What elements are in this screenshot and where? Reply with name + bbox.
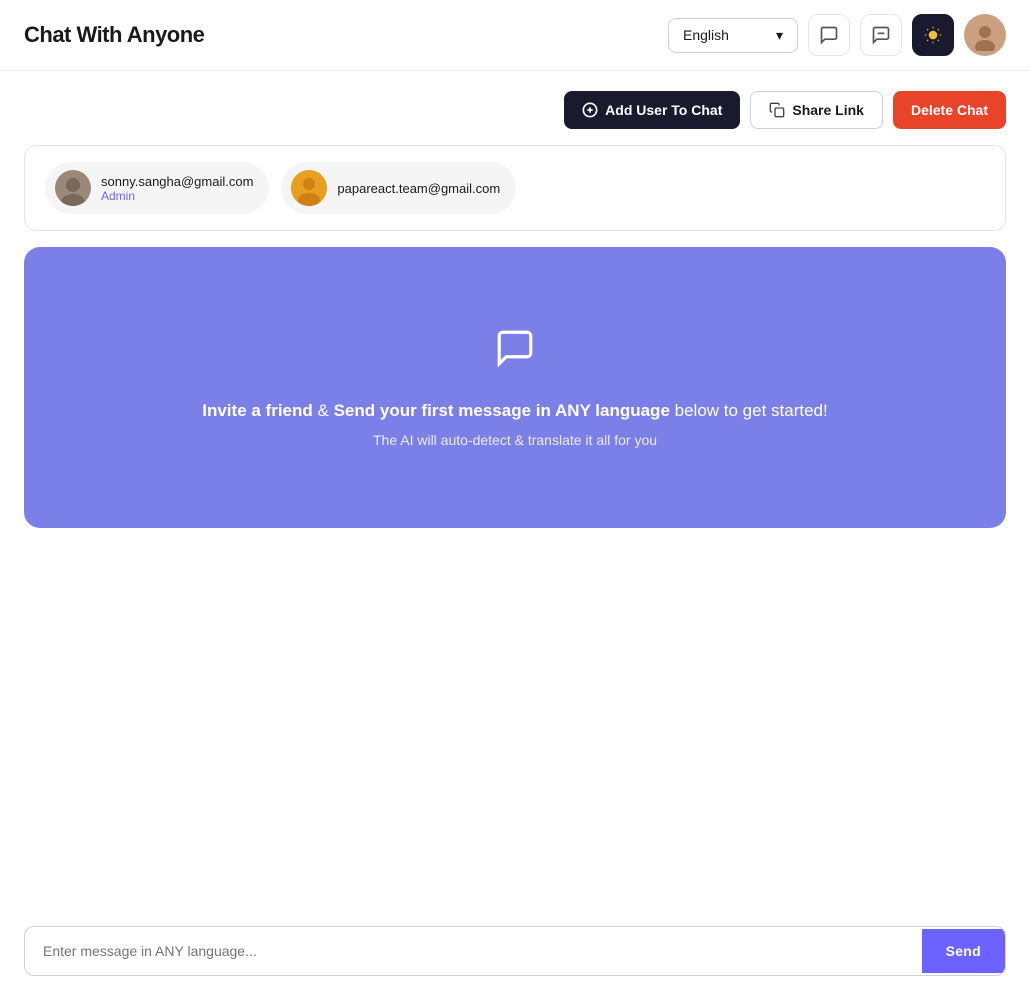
user-chip-1: sonny.sangha@gmail.com Admin (45, 162, 269, 214)
user-avatar-2 (291, 170, 327, 206)
user-avatar[interactable] (964, 14, 1006, 56)
user-email-1: sonny.sangha@gmail.com (101, 174, 253, 189)
welcome-suffix: below to get started! (670, 401, 828, 420)
welcome-connector: & (313, 401, 334, 420)
add-user-button[interactable]: Add User To Chat (564, 91, 740, 129)
action-bar: Add User To Chat Share Link Delete Chat (0, 71, 1030, 145)
speech-bubble-icon (494, 327, 536, 369)
welcome-chat-icon (494, 327, 536, 378)
share-link-label: Share Link (792, 102, 864, 118)
add-user-label: Add User To Chat (605, 102, 722, 118)
plus-circle-icon (582, 102, 598, 118)
language-value: English (683, 27, 729, 43)
translate-icon (871, 25, 891, 45)
sun-icon (924, 26, 942, 44)
user-chip-2: papareact.team@gmail.com (281, 162, 516, 214)
delete-chat-button[interactable]: Delete Chat (893, 91, 1006, 129)
send-button[interactable]: Send (922, 929, 1005, 973)
user-avatar-image-1 (55, 170, 91, 206)
user-avatar-1 (55, 170, 91, 206)
delete-chat-label: Delete Chat (911, 102, 988, 118)
app-logo: Chat With Anyone (24, 22, 204, 48)
theme-toggle-button[interactable] (912, 14, 954, 56)
profile-icon (969, 19, 1001, 51)
invite-bold: Invite a friend (202, 401, 313, 420)
language-selector[interactable]: English ▾ (668, 18, 798, 53)
user-email-2: papareact.team@gmail.com (337, 181, 500, 196)
welcome-area: Invite a friend & Send your first messag… (24, 247, 1006, 528)
user-info-1: sonny.sangha@gmail.com Admin (101, 174, 253, 203)
copy-icon (769, 102, 785, 118)
message-bar: Send (0, 910, 1030, 1000)
user-avatar-image-2 (291, 170, 327, 206)
user-role-1: Admin (101, 189, 253, 203)
users-panel: sonny.sangha@gmail.com Admin papareact.t… (24, 145, 1006, 231)
chevron-down-icon: ▾ (776, 27, 783, 44)
send-message-bold: Send your first message in ANY language (334, 401, 670, 420)
welcome-main-text: Invite a friend & Send your first messag… (202, 398, 827, 424)
message-input[interactable] (25, 927, 922, 975)
welcome-sub-text: The AI will auto-detect & translate it a… (373, 432, 657, 448)
chat-icon-button[interactable] (808, 14, 850, 56)
message-input-wrapper: Send (24, 926, 1006, 976)
share-link-button[interactable]: Share Link (750, 91, 883, 129)
translate-icon-button[interactable] (860, 14, 902, 56)
header: Chat With Anyone English ▾ (0, 0, 1030, 71)
chat-bubbles-icon (819, 25, 839, 45)
header-controls: English ▾ (668, 14, 1006, 56)
user-info-2: papareact.team@gmail.com (337, 181, 500, 196)
